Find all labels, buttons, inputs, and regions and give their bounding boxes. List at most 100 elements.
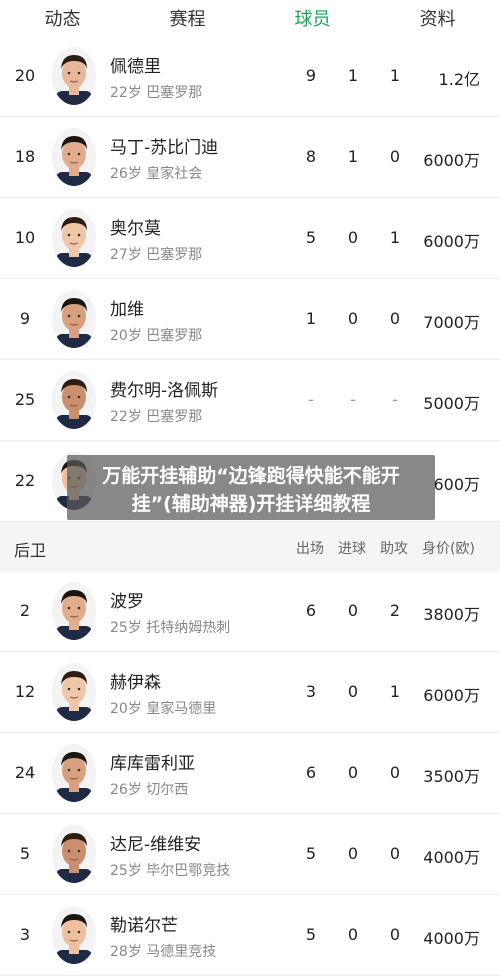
stat-goals: 0	[347, 601, 359, 620]
market-value: 5000万	[423, 394, 480, 413]
stat-goals: 0	[347, 309, 359, 328]
jersey-number: 20	[14, 66, 36, 85]
section-header-defenders: 后卫 出场 进球 助攻 身价(欧)	[0, 522, 500, 571]
column-header-apps: 出场	[296, 541, 324, 557]
stat-goals: 0	[347, 844, 359, 863]
jersey-number: 5	[19, 844, 31, 863]
jersey-number: 2	[19, 601, 31, 620]
stat-assists: -	[392, 390, 398, 409]
player-age-club: 26岁 皇家社会	[110, 166, 203, 182]
jersey-number: 12	[14, 682, 36, 701]
stat-assists: 1	[389, 66, 401, 85]
player-avatar	[52, 582, 96, 640]
player-avatar	[52, 906, 96, 964]
player-row[interactable]: 18 马丁-苏比门迪 26岁 皇家社会 8 1 0 6000万	[0, 117, 500, 198]
jersey-number: 25	[14, 390, 36, 409]
stat-goals: 1	[347, 147, 359, 166]
jersey-number: 18	[14, 147, 36, 166]
stat-goals: -	[350, 390, 356, 409]
stat-apps: 1	[305, 309, 317, 328]
jersey-number: 9	[19, 309, 31, 328]
player-name: 赫伊森	[110, 673, 161, 693]
jersey-number: 10	[14, 228, 36, 247]
player-name: 加维	[110, 300, 144, 320]
player-name: 佩德里	[110, 57, 161, 77]
player-age-club: 22岁 巴塞罗那	[110, 85, 203, 101]
jersey-number: 24	[14, 763, 36, 782]
player-row[interactable]: 2 波罗 25岁 托特纳姆热刺 6 0 2 3800万	[0, 571, 500, 652]
stat-goals: 0	[347, 682, 359, 701]
player-avatar	[52, 825, 96, 883]
market-value: 4000万	[423, 848, 480, 867]
player-age-club: 25岁 托特纳姆热刺	[110, 620, 231, 636]
market-value: 3500万	[423, 767, 480, 786]
overlay-line-2: 挂”(辅助神器)开挂详细教程	[131, 493, 371, 515]
column-header-assists: 助攻	[380, 541, 408, 557]
stat-goals: 1	[347, 66, 359, 85]
player-age-club: 20岁 巴塞罗那	[110, 328, 203, 344]
player-row[interactable]: 10 奥尔莫 27岁 巴塞罗那 5 0 1 6000万	[0, 198, 500, 279]
market-value: 1.2亿	[438, 70, 480, 89]
player-name: 马丁-苏比门迪	[110, 138, 219, 158]
stat-assists: 0	[389, 925, 401, 944]
market-value: 6000万	[423, 686, 480, 705]
stat-goals: 0	[347, 925, 359, 944]
stat-apps: 5	[305, 228, 317, 247]
market-value: 600万	[433, 475, 480, 494]
player-age-club: 22岁 巴塞罗那	[110, 409, 203, 425]
stat-goals: 0	[347, 763, 359, 782]
stat-assists: 0	[389, 763, 401, 782]
player-name: 波罗	[110, 592, 144, 612]
stat-apps: 5	[305, 925, 317, 944]
player-age-club: 20岁 皇家马德里	[110, 701, 217, 717]
player-avatar	[52, 128, 96, 186]
player-row[interactable]: 12 赫伊森 20岁 皇家马德里 3 0 1 6000万	[0, 652, 500, 733]
market-value: 6000万	[423, 232, 480, 251]
stat-apps: 6	[305, 763, 317, 782]
stat-apps: 5	[305, 844, 317, 863]
player-age-club: 28岁 马德里竞技	[110, 944, 217, 960]
player-avatar	[52, 209, 96, 267]
stat-apps: 6	[305, 601, 317, 620]
player-row[interactable]: 25 费尔明-洛佩斯 22岁 巴塞罗那 - - - 5000万	[0, 360, 500, 441]
player-row[interactable]: 24 库库雷利亚 26岁 切尔西 6 0 0 3500万	[0, 733, 500, 814]
stat-assists: 1	[389, 682, 401, 701]
market-value: 6000万	[423, 151, 480, 170]
market-value: 7000万	[423, 313, 480, 332]
stat-assists: 2	[389, 601, 401, 620]
player-avatar	[52, 371, 96, 429]
player-age-club: 26岁 切尔西	[110, 782, 189, 798]
player-name: 勒诺尔芒	[110, 916, 178, 936]
stat-assists: 0	[389, 147, 401, 166]
player-age-club: 27岁 巴塞罗那	[110, 247, 203, 263]
player-age-club: 25岁 毕尔巴鄂竞技	[110, 863, 231, 879]
column-header-value: 身价(欧)	[422, 541, 475, 557]
jersey-number: 3	[19, 925, 31, 944]
overlay-line-1: 万能开挂辅助“边锋跑得快能不能开	[102, 465, 400, 487]
player-row[interactable]: 9 加维 20岁 巴塞罗那 1 0 0 7000万	[0, 279, 500, 360]
player-avatar	[52, 47, 96, 105]
player-row[interactable]: 20 佩德里 22岁 巴塞罗那 9 1 1 1.2亿	[0, 36, 500, 117]
player-name: 达尼-维维安	[110, 835, 202, 855]
market-value: 3800万	[423, 605, 480, 624]
stat-assists: 1	[389, 228, 401, 247]
promo-overlay-banner[interactable]: 万能开挂辅助“边锋跑得快能不能开 挂”(辅助神器)开挂详细教程	[67, 455, 435, 520]
player-name: 库库雷利亚	[110, 754, 195, 774]
player-name: 奥尔莫	[110, 219, 161, 239]
stat-assists: 0	[389, 844, 401, 863]
player-row[interactable]: 3 勒诺尔芒 28岁 马德里竞技 5 0 0 4000万	[0, 895, 500, 976]
section-title: 后卫	[14, 541, 47, 560]
stat-assists: 0	[389, 309, 401, 328]
jersey-number: 22	[14, 471, 36, 490]
column-header-goals: 进球	[338, 541, 366, 557]
stat-apps: -	[308, 390, 314, 409]
player-row[interactable]: 5 达尼-维维安 25岁 毕尔巴鄂竞技 5 0 0 4000万	[0, 814, 500, 895]
stat-goals: 0	[347, 228, 359, 247]
stat-apps: 3	[305, 682, 317, 701]
market-value: 4000万	[423, 929, 480, 948]
player-avatar	[52, 744, 96, 802]
player-avatar	[52, 290, 96, 348]
stat-apps: 8	[305, 147, 317, 166]
stat-apps: 9	[305, 66, 317, 85]
player-name: 费尔明-洛佩斯	[110, 381, 219, 401]
